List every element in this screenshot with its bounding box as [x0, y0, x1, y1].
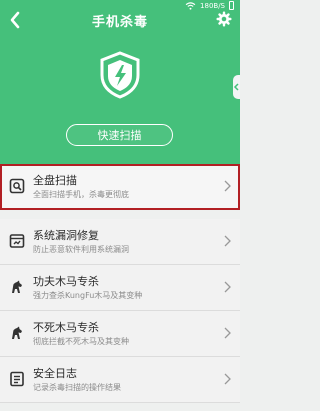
menu-item-title: 安全日志 — [33, 367, 77, 380]
chevron-right-icon — [224, 180, 231, 192]
menu-item-title: 不死木马专杀 — [33, 321, 99, 334]
quick-scan-button[interactable]: 快速扫描 — [66, 124, 173, 146]
menu-item-subtitle: 防止恶意软件利用系统漏洞 — [33, 245, 129, 254]
menu-item-kungfu-trojan[interactable]: 功夫木马专杀 强力查杀KungFu木马及其变种 — [0, 265, 240, 311]
chevron-right-icon — [224, 327, 231, 339]
menu-item-title: 系统漏洞修复 — [33, 229, 99, 242]
menu-item-subtitle: 强力查杀KungFu木马及其变种 — [33, 291, 143, 300]
log-list-icon — [10, 371, 24, 387]
header-area: 180B/S 手机杀毒 快速扫描 — [0, 0, 240, 164]
gear-icon[interactable] — [216, 11, 232, 27]
disk-scan-icon — [9, 178, 25, 194]
page-title: 手机杀毒 — [91, 15, 148, 30]
menu-item-full-scan[interactable]: 全盘扫描 全面扫描手机，杀毒更彻底 — [0, 164, 240, 210]
section-gap — [0, 210, 240, 219]
system-repair-icon — [9, 234, 25, 248]
side-drawer-handle[interactable] — [233, 75, 240, 99]
horse-icon — [12, 326, 22, 339]
chevron-right-icon — [224, 235, 231, 247]
horse-icon — [12, 280, 22, 293]
menu-item-undead-trojan[interactable]: 不死木马专杀 彻底拦截不死木马及其变种 — [0, 311, 240, 357]
wifi-icon — [185, 1, 196, 10]
menu-item-title: 全盘扫描 — [33, 174, 77, 187]
menu-item-title: 功夫木马专杀 — [33, 275, 99, 288]
shield-icon — [100, 51, 140, 99]
menu-item-subtitle: 记录杀毒扫描的操作结果 — [33, 383, 121, 392]
chevron-left-icon — [233, 83, 239, 91]
chevron-right-icon — [224, 281, 231, 293]
network-speed: 180B/S — [200, 1, 225, 10]
menu-item-security-log[interactable]: 安全日志 记录杀毒扫描的操作结果 — [0, 357, 240, 403]
menu-item-vulnerability-fix[interactable]: 系统漏洞修复 防止恶意软件利用系统漏洞 — [0, 219, 240, 265]
status-bar: 180B/S — [185, 1, 234, 10]
feature-list: 全盘扫描 全面扫描手机，杀毒更彻底 系统漏洞修复 防止恶意软件利用系统漏洞 功夫… — [0, 164, 240, 403]
top-bar: 手机杀毒 — [0, 10, 240, 30]
menu-item-subtitle: 彻底拦截不死木马及其变种 — [33, 337, 129, 346]
chevron-right-icon — [224, 373, 231, 385]
battery-icon — [229, 1, 234, 10]
menu-item-subtitle: 全面扫描手机，杀毒更彻底 — [33, 190, 129, 199]
